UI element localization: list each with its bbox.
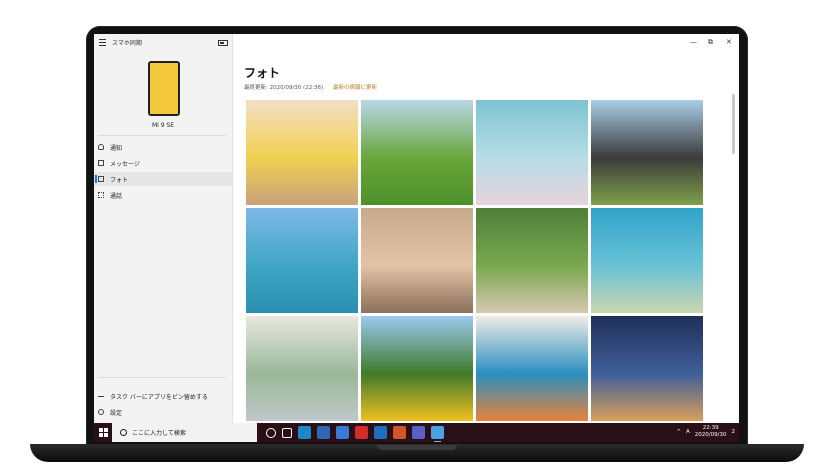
- bell-icon: [98, 144, 104, 150]
- photo-children-drawing[interactable]: [476, 316, 588, 421]
- clock[interactable]: 22:39 2020/09/30: [695, 425, 727, 439]
- cortana-icon[interactable]: [266, 428, 276, 438]
- edge-icon[interactable]: [298, 426, 311, 439]
- photo-smiling-children[interactable]: [361, 208, 473, 313]
- powerpoint-icon[interactable]: [393, 426, 406, 439]
- ime-indicator[interactable]: A: [686, 429, 690, 435]
- photo-girl-eating[interactable]: [246, 100, 358, 205]
- message-icon: [98, 160, 104, 166]
- nav-item-calls[interactable]: 通話: [94, 188, 232, 202]
- sidebar: スマホ同期 Mi 9 SE 通知 メッセージ フォト 通話 タスク バーにアプリ…: [94, 34, 233, 423]
- pin-label: タスク バーにアプリをピン留めする: [110, 393, 208, 401]
- clock-date: 2020/09/30: [694, 432, 727, 438]
- photo-ocean-sky[interactable]: [246, 208, 358, 313]
- photo-sunflowers[interactable]: [361, 316, 473, 421]
- nav-item-messages[interactable]: メッセージ: [94, 156, 232, 170]
- last-updated-line: 最終更新: 2020/09/30 (22:36) 最新の情報に更新: [244, 83, 377, 91]
- acrobat-icon[interactable]: [355, 426, 368, 439]
- notification-count[interactable]: 2: [732, 429, 736, 435]
- nav-label: 通知: [110, 144, 123, 152]
- store-icon[interactable]: [317, 426, 330, 439]
- start-button[interactable]: [99, 428, 108, 437]
- nav-item-notifications[interactable]: 通知: [94, 140, 232, 154]
- windows-logo-icon: [99, 433, 103, 437]
- battery-icon: [218, 40, 228, 46]
- page-title: フォト: [244, 66, 281, 80]
- search-icon: [120, 429, 127, 436]
- taskbar: ここに入力して検索 ^ A 22:39 2020/09/30 2: [94, 423, 739, 442]
- close-button[interactable]: ✕: [726, 38, 732, 46]
- pin-to-taskbar-button[interactable]: タスク バーにアプリをピン留めする: [94, 389, 232, 403]
- nav-label: 通話: [110, 192, 123, 200]
- app-header: スマホ同期: [99, 38, 142, 47]
- settings-button[interactable]: 設定: [94, 405, 232, 419]
- photo-family-car-trunk[interactable]: [591, 100, 703, 205]
- scrollbar[interactable]: [732, 94, 735, 154]
- windows-logo-icon: [104, 428, 108, 432]
- maximize-button[interactable]: ⧉: [708, 38, 713, 47]
- photo-cherry-blossoms[interactable]: [476, 100, 588, 205]
- pin-icon: [98, 395, 104, 397]
- phone-dialpad-icon: [98, 192, 104, 198]
- chevron-up-icon[interactable]: ^: [676, 429, 681, 435]
- photo-grid: [246, 100, 706, 421]
- app-title: スマホ同期: [112, 40, 142, 47]
- windows-logo-icon: [99, 428, 103, 432]
- divider: [98, 377, 226, 378]
- windows-logo-icon: [104, 433, 108, 437]
- task-view-icon[interactable]: [282, 428, 292, 438]
- photo-sea-turtle[interactable]: [591, 208, 703, 313]
- teams-icon[interactable]: [412, 426, 425, 439]
- settings-label: 設定: [110, 409, 123, 417]
- search-placeholder: ここに入力して検索: [132, 430, 186, 437]
- laptop-notch: [377, 445, 457, 450]
- screen: スマホ同期 Mi 9 SE 通知 メッセージ フォト 通話 タスク バーにアプリ…: [94, 34, 739, 442]
- taskbar-apps: [266, 426, 444, 442]
- menu-icon[interactable]: [99, 39, 106, 46]
- device-name: Mi 9 SE: [151, 122, 175, 129]
- nav-label: フォト: [110, 176, 129, 184]
- photo-girl-bubbles[interactable]: [246, 316, 358, 421]
- nav-label: メッセージ: [110, 160, 140, 168]
- photo-dog-ball[interactable]: [476, 208, 588, 313]
- nav-item-photos[interactable]: フォト: [94, 172, 232, 186]
- photo-city-night-tower[interactable]: [591, 316, 703, 421]
- phone-image: [148, 61, 180, 116]
- outlook-icon[interactable]: [374, 426, 387, 439]
- divider: [98, 135, 226, 136]
- mail-icon[interactable]: [336, 426, 349, 439]
- gear-icon: [98, 409, 104, 415]
- clock-time: 22:39: [702, 425, 719, 431]
- taskbar-search[interactable]: ここに入力して検索: [112, 423, 257, 442]
- system-tray: ^ A 22:39 2020/09/30 2: [676, 425, 735, 439]
- minimize-button[interactable]: —: [690, 38, 697, 46]
- your-phone-icon[interactable]: [431, 426, 444, 442]
- refresh-link[interactable]: 最新の情報に更新: [333, 85, 377, 91]
- photo-icon: [98, 176, 104, 182]
- photo-child-running-grass[interactable]: [361, 100, 473, 205]
- last-updated-text: 最終更新: 2020/09/30 (22:36): [244, 85, 324, 91]
